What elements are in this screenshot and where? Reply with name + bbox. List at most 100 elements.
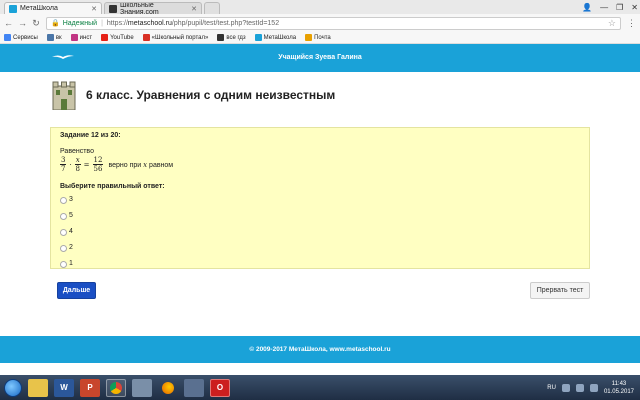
maximize-icon[interactable]: ❐ bbox=[616, 3, 623, 12]
option-label: 4 bbox=[69, 227, 73, 235]
secure-label: Надежный bbox=[62, 19, 98, 27]
tray-app-icon[interactable] bbox=[561, 383, 570, 392]
task-panel: Задание 12 из 20: Равенство 37 · x8 = 12… bbox=[50, 127, 590, 269]
answer-option[interactable]: 1 bbox=[60, 258, 580, 268]
radio-button[interactable] bbox=[60, 197, 67, 204]
start-button[interactable] bbox=[4, 378, 22, 397]
powerpoint-icon[interactable]: P bbox=[80, 378, 100, 397]
bookmark-gdz[interactable]: все гдз bbox=[217, 34, 246, 41]
close-tab-icon[interactable]: ✕ bbox=[91, 5, 97, 13]
volume-icon[interactable] bbox=[589, 383, 598, 392]
tab-label: Школьные Знания.com bbox=[120, 2, 159, 14]
option-label: 2 bbox=[69, 243, 73, 251]
network-icon[interactable] bbox=[575, 383, 584, 392]
firefox-icon[interactable] bbox=[158, 379, 178, 397]
url-text: https://metaschool.ru/php/pupil/test/tes… bbox=[107, 20, 279, 27]
stop-test-button[interactable]: Прервать тест bbox=[530, 282, 590, 299]
bookmark-school-portal[interactable]: «Школьный портал» bbox=[142, 34, 208, 41]
multiply-sign: · bbox=[69, 160, 72, 169]
fraction-3: 12 56 bbox=[92, 156, 104, 173]
bookmarks-bar: Сервисы вк инст YouTube «Школьный портал… bbox=[0, 32, 640, 44]
window-controls: 👤 — ❐ ✕ bbox=[582, 0, 638, 14]
title-row: 6 класс. Уравнения с одним неизвестным bbox=[50, 80, 335, 110]
statement-tail: верно при x равном bbox=[108, 161, 173, 169]
url-scheme: https:// bbox=[106, 19, 128, 27]
chrome-icon[interactable] bbox=[106, 378, 126, 397]
user-icon[interactable]: 👤 bbox=[582, 3, 592, 12]
browser-menu-icon[interactable]: ⋮ bbox=[627, 18, 636, 29]
fraction-2: x8 bbox=[74, 156, 81, 173]
word-icon[interactable]: W bbox=[54, 378, 74, 397]
instagram-icon bbox=[70, 34, 78, 41]
metaschool-icon bbox=[254, 34, 262, 41]
close-window-icon[interactable]: ✕ bbox=[631, 3, 638, 12]
tab-label: МетаШкола bbox=[20, 5, 58, 12]
lock-icon: 🔒 bbox=[51, 20, 60, 27]
numerator: 3 bbox=[60, 156, 67, 165]
site-header: Учащийся Зуева Галина bbox=[0, 44, 640, 72]
forward-icon[interactable]: → bbox=[18, 18, 27, 28]
opera-icon[interactable]: O bbox=[210, 378, 230, 397]
next-button[interactable]: Дальше bbox=[57, 282, 96, 299]
url-path: /php/pupil/test/test.php?testId=152 bbox=[171, 19, 280, 27]
bookmark-mail[interactable]: Почта bbox=[305, 34, 331, 41]
tab-znania[interactable]: Школьные Знания.com ✕ bbox=[104, 2, 202, 14]
bookmark-inst[interactable]: инст bbox=[70, 34, 93, 41]
school-portal-icon bbox=[142, 34, 150, 41]
reload-icon[interactable]: ↻ bbox=[32, 18, 40, 29]
bookmark-metaschool[interactable]: МетаШкола bbox=[254, 34, 296, 41]
task-counter: Задание 12 из 20: bbox=[60, 132, 121, 139]
bookmark-star-icon[interactable]: ☆ bbox=[608, 18, 616, 29]
radio-button[interactable] bbox=[60, 261, 67, 268]
clock[interactable]: 11:43 01.05.2017 bbox=[604, 380, 634, 396]
gdz-icon bbox=[217, 34, 225, 41]
browser-toolbar: ← → ↻ 🔒 Надежный | https://metaschool.ru… bbox=[0, 14, 640, 32]
close-tab-icon[interactable]: ✕ bbox=[191, 5, 197, 13]
denominator: 8 bbox=[75, 165, 80, 173]
answer-option[interactable]: 4 bbox=[60, 226, 580, 236]
app-icon[interactable] bbox=[184, 378, 204, 397]
answer-option[interactable]: 5 bbox=[60, 210, 580, 220]
youtube-icon bbox=[101, 34, 109, 41]
bookmark-label: все гдз bbox=[226, 34, 246, 41]
windows-taskbar: W P O RU 11:43 01.05.2017 bbox=[0, 375, 640, 400]
option-label: 1 bbox=[69, 259, 73, 267]
radio-button[interactable] bbox=[60, 213, 67, 220]
browser-tab-strip: МетаШкола ✕ Школьные Знания.com ✕ 👤 — ❐ … bbox=[0, 0, 640, 14]
variable: x bbox=[143, 160, 148, 169]
denominator: 7 bbox=[61, 165, 66, 173]
url-host: metaschool.ru bbox=[127, 19, 172, 27]
secure-indicator[interactable]: 🔒 Надежный bbox=[51, 19, 98, 28]
metaschool-favicon-icon bbox=[9, 4, 17, 13]
bookmark-label: инст bbox=[79, 34, 93, 41]
minimize-icon[interactable]: — bbox=[600, 3, 608, 12]
answer-option[interactable]: 3 bbox=[60, 194, 580, 204]
tail-text: верно при bbox=[108, 161, 142, 169]
numerator: x bbox=[74, 156, 81, 165]
bookmark-label: YouTube bbox=[110, 34, 134, 41]
apps-icon bbox=[4, 34, 11, 41]
back-icon[interactable]: ← bbox=[4, 18, 13, 28]
denominator: 56 bbox=[93, 165, 103, 173]
url-separator: | bbox=[101, 19, 103, 27]
clock-time: 11:43 bbox=[611, 380, 627, 387]
explorer-icon[interactable] bbox=[28, 378, 48, 397]
language-indicator[interactable]: RU bbox=[547, 385, 556, 391]
bookmark-vk[interactable]: вк bbox=[46, 34, 62, 41]
bookmark-youtube[interactable]: YouTube bbox=[101, 34, 134, 41]
answer-option[interactable]: 2 bbox=[60, 242, 580, 252]
tab-metaschool[interactable]: МетаШкола ✕ bbox=[4, 2, 102, 14]
radio-button[interactable] bbox=[60, 229, 67, 236]
radio-button[interactable] bbox=[60, 245, 67, 252]
castle-icon bbox=[52, 81, 76, 110]
equation: 37 · x8 = 12 56 верно при x равном bbox=[60, 156, 580, 173]
clock-date: 01.05.2017 bbox=[603, 388, 634, 395]
new-tab-button[interactable] bbox=[204, 2, 220, 14]
paint-icon[interactable] bbox=[132, 378, 152, 397]
bookmark-services[interactable]: Сервисы bbox=[4, 34, 38, 41]
address-bar[interactable]: 🔒 Надежный | https://metaschool.ru/php/p… bbox=[46, 16, 621, 30]
znania-favicon-icon bbox=[109, 4, 117, 13]
numerator: 12 bbox=[92, 156, 104, 165]
user-name: Учащийся Зуева Галина bbox=[278, 54, 362, 61]
option-label: 3 bbox=[69, 195, 73, 203]
